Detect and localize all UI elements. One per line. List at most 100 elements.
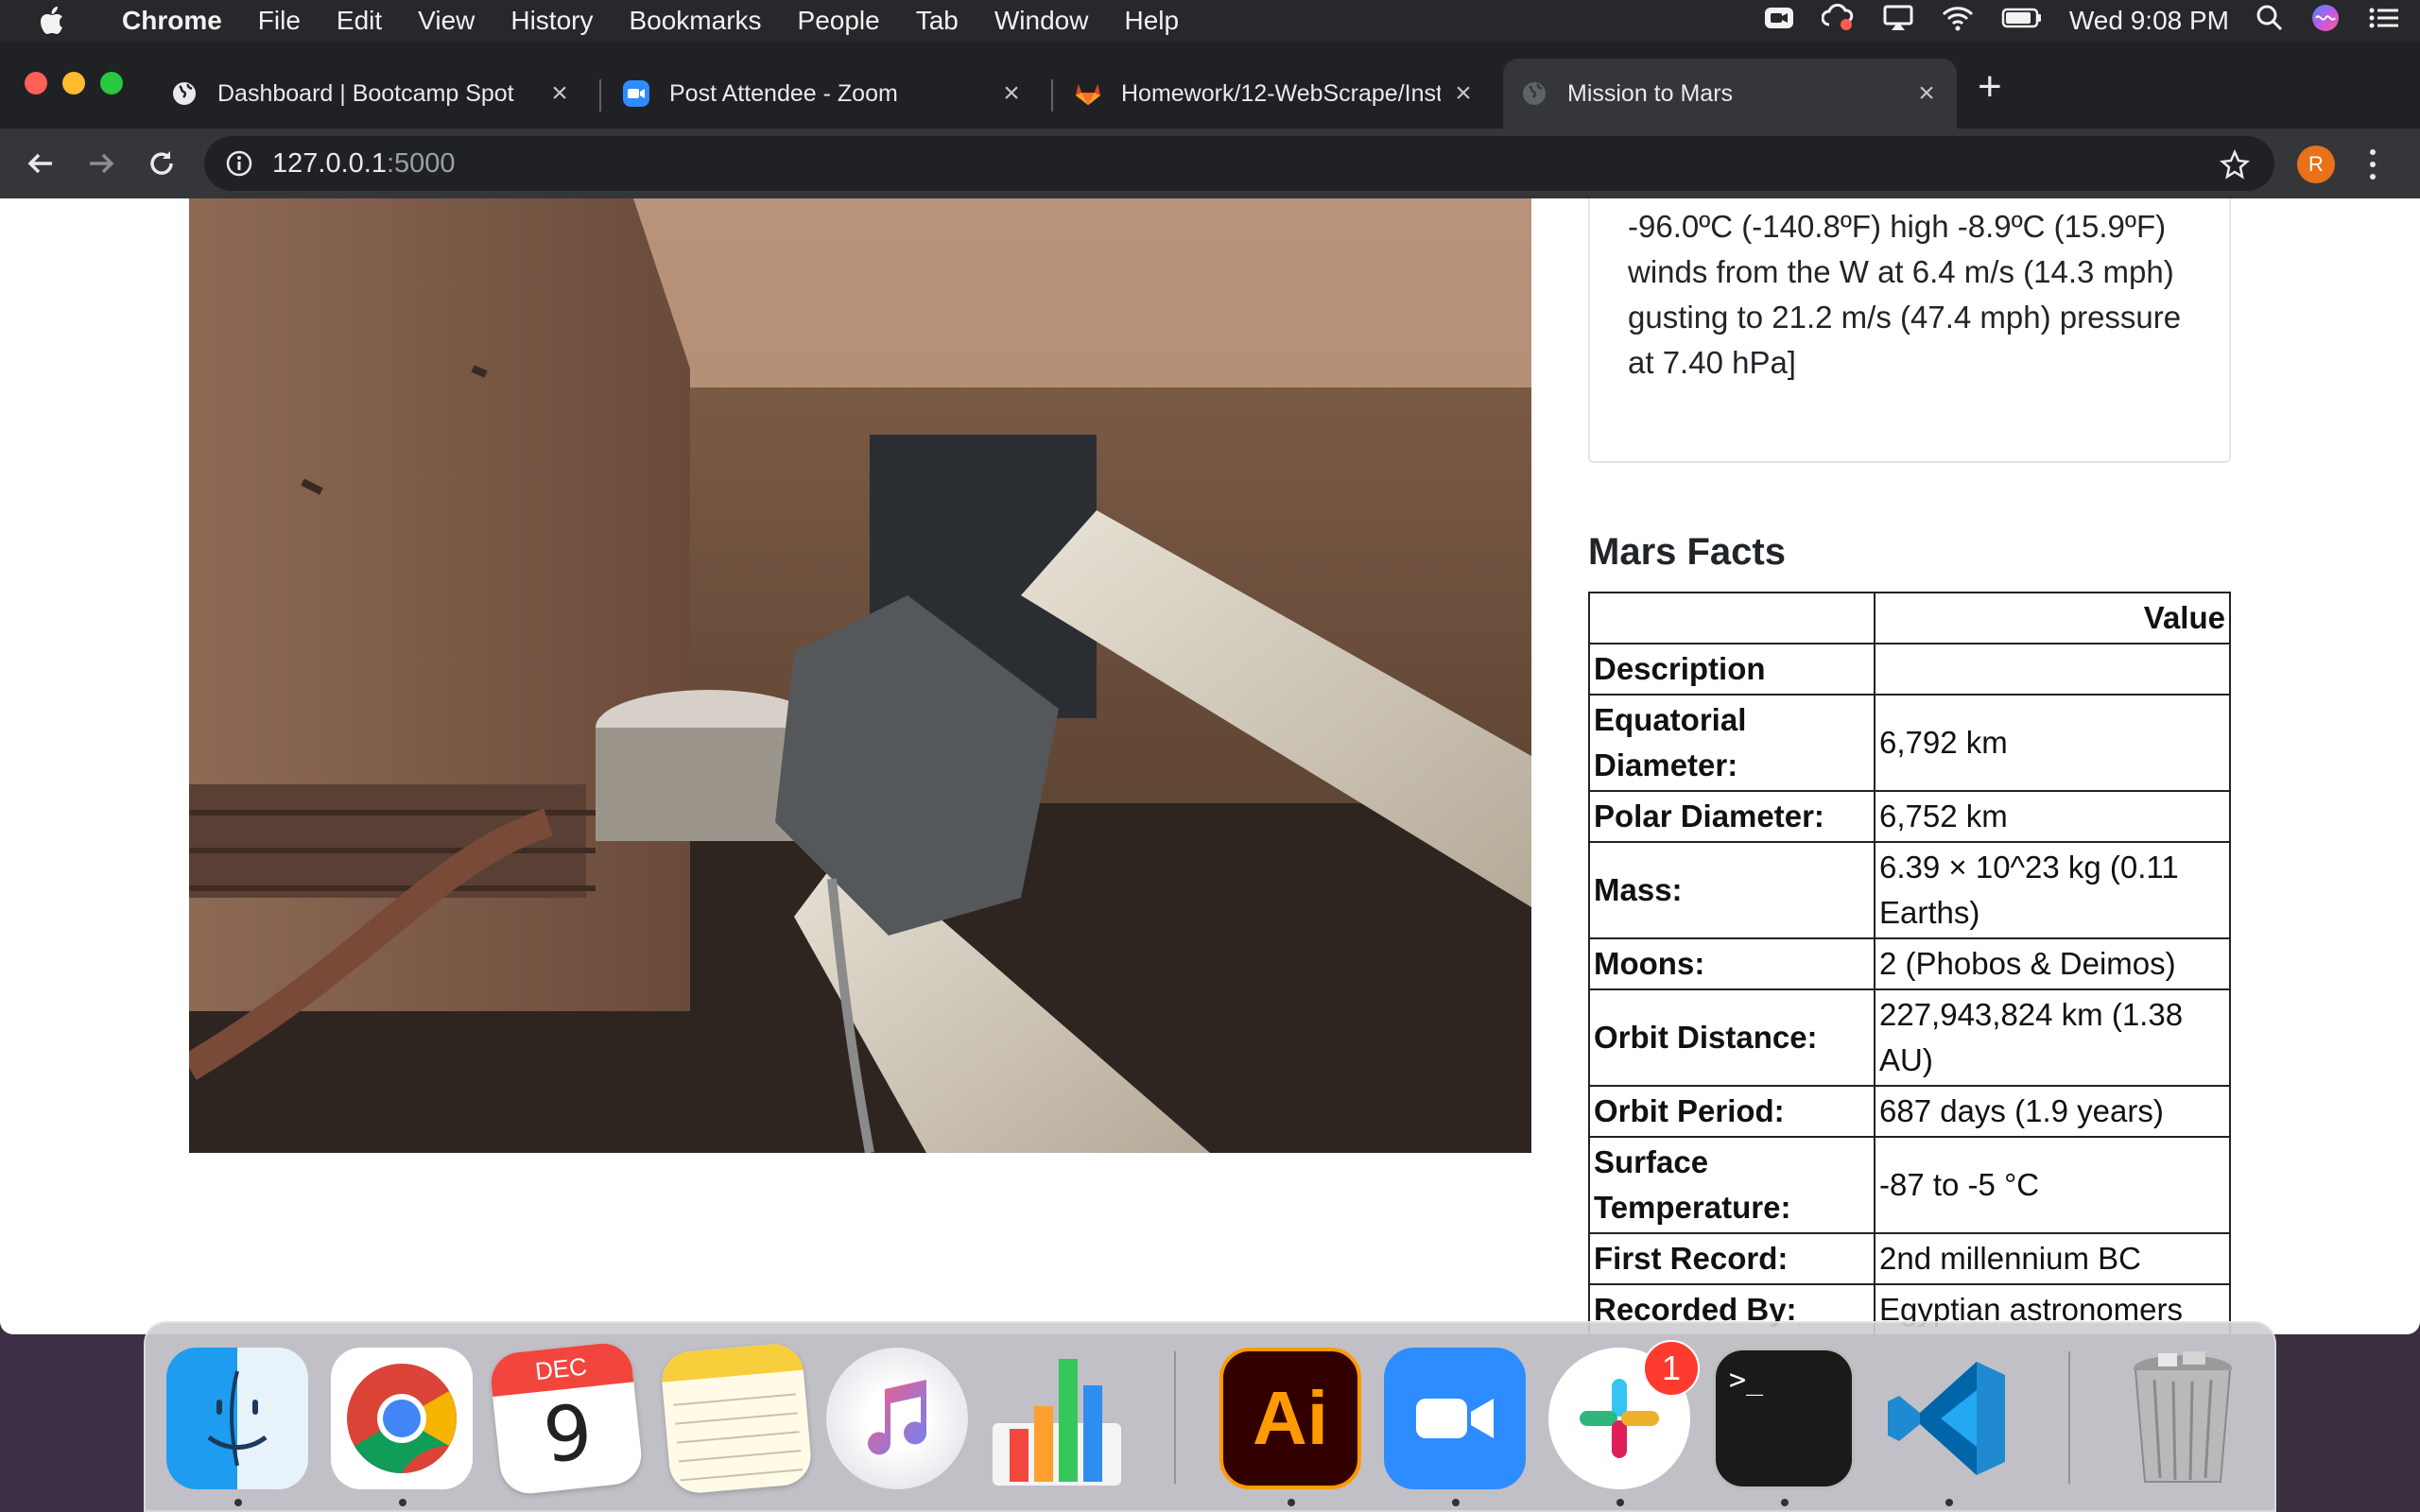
siri-icon[interactable] [2310, 3, 2341, 40]
calendar-icon[interactable]: DEC 9 [488, 1340, 645, 1497]
menu-app-name[interactable]: Chrome [104, 6, 240, 36]
numbers-icon[interactable] [987, 1348, 1129, 1489]
finder-icon[interactable] [166, 1348, 308, 1489]
slack-notification-badge: 1 [1643, 1340, 1700, 1397]
globe-icon [170, 79, 199, 108]
menu-bookmarks[interactable]: Bookmarks [611, 6, 779, 36]
zoom-running-dot [1452, 1499, 1460, 1506]
wifi-icon[interactable] [1941, 4, 1975, 39]
table-header-value: Value [1874, 592, 2231, 644]
url-port: :5000 [386, 147, 456, 179]
site-info-icon[interactable] [225, 149, 253, 178]
globe-icon [1520, 79, 1548, 108]
table-row: Equatorial Diameter: 6,792 km [1588, 694, 2231, 792]
close-icon[interactable]: × [1450, 77, 1477, 110]
tab-divider [599, 79, 601, 112]
menu-file[interactable]: File [240, 6, 319, 36]
desktop-background [0, 1334, 151, 1512]
fact-label: Moons: [1588, 937, 1876, 990]
tab-zoom[interactable]: Post Attendee - Zoom × [605, 59, 1042, 129]
menu-history[interactable]: History [493, 6, 611, 36]
fact-value: 2nd millennium BC [1874, 1232, 2231, 1285]
fact-label: Mass: [1588, 841, 1876, 939]
macos-menu-bar: Chrome File Edit View History Bookmarks … [0, 0, 2420, 42]
fact-value: 227,943,824 km (1.38 AU) [1874, 988, 2231, 1087]
tab-mission-to-mars[interactable]: Mission to Mars × [1503, 59, 1957, 129]
window-minimize-button[interactable] [62, 72, 85, 94]
zoom-status-icon[interactable] [1763, 4, 1795, 39]
calendar-month: DEC [488, 1340, 634, 1398]
back-arrow-icon[interactable] [17, 140, 64, 187]
terminal-prompt: >_ [1729, 1364, 1764, 1397]
web-page: -96.0ºC (-140.8ºF) high -8.9ºC (15.9ºF) … [0, 198, 2420, 1334]
zoom-icon [622, 79, 650, 108]
slack-icon[interactable]: 1 [1548, 1340, 1700, 1489]
fact-value [1874, 643, 2231, 696]
fact-value: 2 (Phobos & Deimos) [1874, 937, 2231, 990]
vscode-icon[interactable] [1877, 1348, 2019, 1489]
menu-tab[interactable]: Tab [898, 6, 977, 36]
menu-view[interactable]: View [400, 6, 493, 36]
table-row: Mass: 6.39 × 10^23 kg (0.11 Earths) [1588, 841, 2231, 939]
new-tab-button[interactable]: + [1978, 66, 2002, 108]
terminal-icon[interactable]: >_ [1713, 1348, 1855, 1489]
mars-facts-heading: Mars Facts [1588, 531, 1786, 573]
spotlight-search-icon[interactable] [2256, 4, 2284, 39]
table-header-row: Value [1588, 592, 2231, 644]
chrome-icon[interactable] [331, 1348, 473, 1489]
fact-value: -87 to -5 °C [1874, 1136, 2231, 1234]
menu-edit[interactable]: Edit [319, 6, 400, 36]
calendar-day: 9 [539, 1387, 596, 1481]
finder-running-dot [234, 1499, 242, 1506]
close-icon[interactable]: × [1913, 77, 1940, 110]
illustrator-icon[interactable]: Ai [1219, 1348, 1361, 1489]
tab-gitlab[interactable]: Homework/12-WebScrape/Instr × [1057, 59, 1494, 129]
slack-running-dot [1616, 1499, 1624, 1506]
dock-separator [2068, 1351, 2070, 1484]
notification-center-icon[interactable] [2367, 4, 2401, 39]
creative-cloud-icon[interactable] [1821, 3, 1856, 39]
menu-people[interactable]: People [780, 6, 898, 36]
table-row: Orbit Distance: 227,943,824 km (1.38 AU) [1588, 988, 2231, 1087]
fact-label: Equatorial Diameter: [1588, 694, 1876, 792]
table-header-blank [1588, 592, 1876, 644]
close-icon[interactable]: × [546, 77, 573, 110]
address-bar[interactable]: 127.0.0.1:5000 [204, 136, 2274, 191]
browser-toolbar: 127.0.0.1:5000 R [0, 129, 2420, 198]
battery-icon[interactable] [2001, 4, 2043, 39]
trash-icon[interactable] [2112, 1348, 2254, 1489]
menu-help[interactable]: Help [1106, 6, 1197, 36]
menubar-clock[interactable]: Wed 9:08 PM [2069, 6, 2229, 36]
table-row: First Record: 2nd millennium BC [1588, 1232, 2231, 1285]
vscode-running-dot [1945, 1499, 1953, 1506]
dock-separator [1174, 1351, 1176, 1484]
table-row: Polar Diameter: 6,752 km [1588, 790, 2231, 843]
table-row: Description [1588, 643, 2231, 696]
notes-icon[interactable] [659, 1341, 814, 1496]
mars-weather-card: -96.0ºC (-140.8ºF) high -8.9ºC (15.9ºF) … [1588, 198, 2231, 463]
terminal-running-dot [1781, 1499, 1789, 1506]
airplay-icon[interactable] [1882, 4, 1914, 39]
gitlab-icon [1074, 79, 1102, 108]
tab-strip: Dashboard | Bootcamp Spot × Post Attende… [0, 42, 2420, 129]
tab-title: Mission to Mars [1567, 79, 1734, 107]
fact-label: First Record: [1588, 1232, 1876, 1285]
table-row: Surface Temperature: -87 to -5 °C [1588, 1136, 2231, 1234]
window-close-button[interactable] [25, 72, 47, 94]
close-icon[interactable]: × [998, 77, 1025, 110]
menu-window[interactable]: Window [977, 6, 1107, 36]
fact-value: 6,792 km [1874, 694, 2231, 792]
macos-dock: DEC 9 Ai 1 >_ [144, 1321, 2276, 1512]
reload-icon[interactable] [138, 140, 185, 187]
chrome-menu-icon[interactable] [2363, 146, 2382, 183]
zoom-icon[interactable] [1384, 1348, 1526, 1489]
forward-arrow-icon[interactable] [78, 140, 125, 187]
profile-avatar[interactable]: R [2297, 146, 2335, 183]
table-row: Moons: 2 (Phobos & Deimos) [1588, 937, 2231, 990]
music-icon[interactable] [826, 1348, 968, 1489]
tab-dashboard[interactable]: Dashboard | Bootcamp Spot × [153, 59, 590, 129]
bookmark-star-icon[interactable] [2220, 148, 2250, 187]
apple-menu-icon[interactable] [0, 7, 104, 35]
tab-title: Dashboard | Bootcamp Spot [217, 79, 514, 107]
window-zoom-button[interactable] [100, 72, 123, 94]
